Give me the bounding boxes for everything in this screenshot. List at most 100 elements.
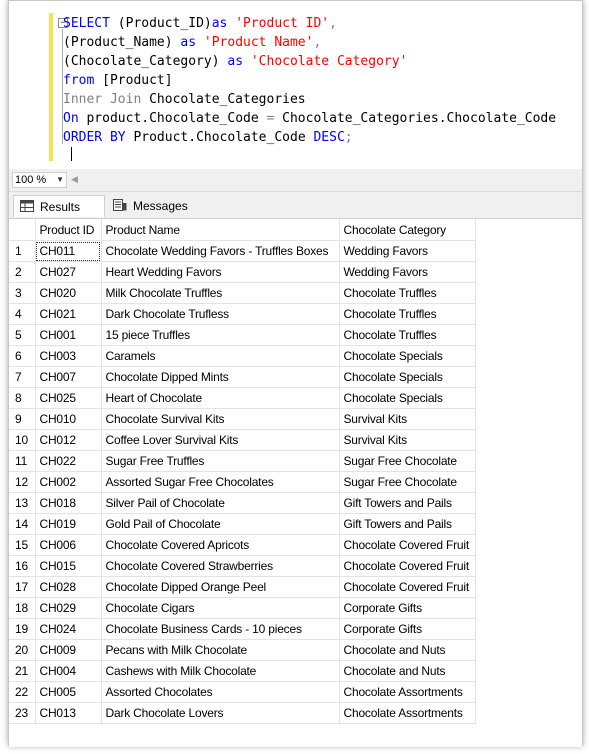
row-number-cell[interactable]: 14 xyxy=(9,513,36,535)
chocolate-category-cell[interactable]: Wedding Favors xyxy=(339,261,476,283)
row-number-cell[interactable]: 16 xyxy=(9,555,36,577)
row-number-cell[interactable]: 9 xyxy=(9,408,36,430)
row-number-cell[interactable]: 5 xyxy=(9,324,36,346)
code-line[interactable]: from [Product] xyxy=(63,71,556,90)
product-name-cell[interactable]: Dark Chocolate Lovers xyxy=(101,702,340,724)
table-row[interactable]: 3 CH020 Milk Chocolate Truffles Chocolate T… xyxy=(9,282,476,304)
code-line[interactable]: (Chocolate_Category) as 'Chocolate Categ… xyxy=(63,52,556,71)
product-id-cell[interactable]: CH002 xyxy=(35,471,102,493)
table-row[interactable]: 9 CH010 Chocolate Survival Kits Survival Ki… xyxy=(9,408,476,430)
product-id-cell[interactable]: CH029 xyxy=(35,597,102,619)
chocolate-category-cell[interactable]: Chocolate Assortments xyxy=(339,702,476,724)
product-id-cell[interactable]: CH024 xyxy=(35,618,102,640)
table-row[interactable]: 16 CH015 Chocolate Covered Strawberries Cho… xyxy=(9,555,476,577)
product-name-cell[interactable]: Coffee Lover Survival Kits xyxy=(101,429,340,451)
product-name-cell[interactable]: Heart of Chocolate xyxy=(101,387,340,409)
row-number-cell[interactable]: 12 xyxy=(9,471,36,493)
scroll-left-icon[interactable]: ◀ xyxy=(71,174,78,185)
row-number-cell[interactable]: 21 xyxy=(9,660,36,682)
tab-results[interactable]: Results xyxy=(13,195,105,217)
product-id-cell[interactable]: CH018 xyxy=(35,492,102,514)
chocolate-category-cell[interactable]: Gift Towers and Pails xyxy=(339,492,476,514)
product-name-cell[interactable]: Chocolate Dipped Orange Peel xyxy=(101,576,340,598)
row-number-cell[interactable]: 13 xyxy=(9,492,36,514)
product-name-cell[interactable]: Milk Chocolate Truffles xyxy=(101,282,340,304)
product-id-cell[interactable]: CH019 xyxy=(35,513,102,535)
table-row[interactable]: 18 CH029 Chocolate Cigars Corporate Gifts xyxy=(9,597,476,619)
chocolate-category-cell[interactable]: Chocolate Specials xyxy=(339,345,476,367)
product-name-cell[interactable]: 15 piece Truffles xyxy=(101,324,340,346)
product-name-cell[interactable]: Sugar Free Truffles xyxy=(101,450,340,472)
chocolate-category-cell[interactable]: Chocolate Covered Fruit xyxy=(339,555,476,577)
table-row[interactable]: 21 CH004 Cashews with Milk Chocolate Chocol… xyxy=(9,660,476,682)
table-row[interactable]: 5 CH001 15 piece Truffles Chocolate Truffle… xyxy=(9,324,476,346)
code-line[interactable]: SELECT (Product_ID)as 'Product ID', xyxy=(63,14,556,33)
product-id-cell[interactable]: CH001 xyxy=(35,324,102,346)
chocolate-category-cell[interactable]: Chocolate and Nuts xyxy=(339,660,476,682)
row-number-cell[interactable]: 7 xyxy=(9,366,36,388)
chocolate-category-cell[interactable]: Chocolate and Nuts xyxy=(339,639,476,661)
table-row[interactable]: 13 CH018 Silver Pail of Chocolate Gift Towe… xyxy=(9,492,476,514)
row-number-cell[interactable]: 20 xyxy=(9,639,36,661)
product-name-cell[interactable]: Cashews with Milk Chocolate xyxy=(101,660,340,682)
code-line[interactable]: (Product_Name) as 'Product Name', xyxy=(63,33,556,52)
row-number-header[interactable] xyxy=(9,219,36,241)
row-number-cell[interactable]: 17 xyxy=(9,576,36,598)
chocolate-category-cell[interactable]: Chocolate Covered Fruit xyxy=(339,534,476,556)
product-name-cell[interactable]: Chocolate Covered Strawberries xyxy=(101,555,340,577)
row-number-cell[interactable]: 15 xyxy=(9,534,36,556)
chocolate-category-cell[interactable]: Chocolate Specials xyxy=(339,366,476,388)
table-row[interactable]: 4 CH021 Dark Chocolate Trufless Chocolate T… xyxy=(9,303,476,325)
product-name-cell[interactable]: Pecans with Milk Chocolate xyxy=(101,639,340,661)
product-id-cell[interactable]: CH020 xyxy=(35,282,102,304)
row-number-cell[interactable]: 2 xyxy=(9,261,36,283)
product-name-cell[interactable]: Chocolate Cigars xyxy=(101,597,340,619)
product-id-cell[interactable]: CH025 xyxy=(35,387,102,409)
chocolate-category-cell[interactable]: Survival Kits xyxy=(339,408,476,430)
table-row[interactable]: 15 CH006 Chocolate Covered Apricots Chocola… xyxy=(9,534,476,556)
product-id-cell[interactable]: CH006 xyxy=(35,534,102,556)
row-number-cell[interactable]: 18 xyxy=(9,597,36,619)
chocolate-category-cell[interactable]: Survival Kits xyxy=(339,429,476,451)
row-number-cell[interactable]: 6 xyxy=(9,345,36,367)
product-name-cell[interactable]: Dark Chocolate Trufless xyxy=(101,303,340,325)
product-id-cell[interactable]: CH012 xyxy=(35,429,102,451)
row-number-cell[interactable]: 22 xyxy=(9,681,36,703)
table-row[interactable]: 10 CH012 Coffee Lover Survival Kits Surviva… xyxy=(9,429,476,451)
chocolate-category-cell[interactable]: Sugar Free Chocolate xyxy=(339,471,476,493)
table-row[interactable]: 11 CH022 Sugar Free Truffles Sugar Free Cho… xyxy=(9,450,476,472)
table-row[interactable]: 17 CH028 Chocolate Dipped Orange Peel Choco… xyxy=(9,576,476,598)
chocolate-category-cell[interactable]: Corporate Gifts xyxy=(339,618,476,640)
product-id-cell[interactable]: CH022 xyxy=(35,450,102,472)
table-row[interactable]: 8 CH025 Heart of Chocolate Chocolate Specia… xyxy=(9,387,476,409)
product-id-cell[interactable]: CH004 xyxy=(35,660,102,682)
query-editor[interactable]: − SELECT (Product_ID)as 'Product ID', (Pr… xyxy=(9,1,582,170)
row-number-cell[interactable]: 11 xyxy=(9,450,36,472)
column-header-chocolate-category[interactable]: Chocolate Category xyxy=(339,219,476,241)
product-id-cell[interactable]: CH007 xyxy=(35,366,102,388)
product-id-cell[interactable]: CH011 xyxy=(35,240,102,262)
product-id-cell[interactable]: CH009 xyxy=(35,639,102,661)
code-line[interactable] xyxy=(63,147,556,166)
product-name-cell[interactable]: Heart Wedding Favors xyxy=(101,261,340,283)
product-name-cell[interactable]: Assorted Sugar Free Chocolates xyxy=(101,471,340,493)
table-row[interactable]: 20 CH009 Pecans with Milk Chocolate Chocola… xyxy=(9,639,476,661)
row-number-cell[interactable]: 1 xyxy=(9,240,36,262)
product-name-cell[interactable]: Caramels xyxy=(101,345,340,367)
zoom-select[interactable]: 100 % ▼ xyxy=(12,172,67,188)
chocolate-category-cell[interactable]: Sugar Free Chocolate xyxy=(339,450,476,472)
chocolate-category-cell[interactable]: Chocolate Truffles xyxy=(339,303,476,325)
chocolate-category-cell[interactable]: Chocolate Covered Fruit xyxy=(339,576,476,598)
table-row[interactable]: 22 CH005 Assorted Chocolates Chocolate Asso… xyxy=(9,681,476,703)
row-number-cell[interactable]: 4 xyxy=(9,303,36,325)
table-row[interactable]: 23 CH013 Dark Chocolate Lovers Chocolate As… xyxy=(9,702,476,724)
chocolate-category-cell[interactable]: Chocolate Specials xyxy=(339,387,476,409)
product-name-cell[interactable]: Chocolate Business Cards - 10 pieces xyxy=(101,618,340,640)
product-name-cell[interactable]: Silver Pail of Chocolate xyxy=(101,492,340,514)
chocolate-category-cell[interactable]: Chocolate Assortments xyxy=(339,681,476,703)
product-id-cell[interactable]: CH003 xyxy=(35,345,102,367)
code-line[interactable]: Inner Join Chocolate_Categories xyxy=(63,90,556,109)
row-number-cell[interactable]: 19 xyxy=(9,618,36,640)
tab-messages[interactable]: Messages xyxy=(107,195,207,217)
product-name-cell[interactable]: Gold Pail of Chocolate xyxy=(101,513,340,535)
